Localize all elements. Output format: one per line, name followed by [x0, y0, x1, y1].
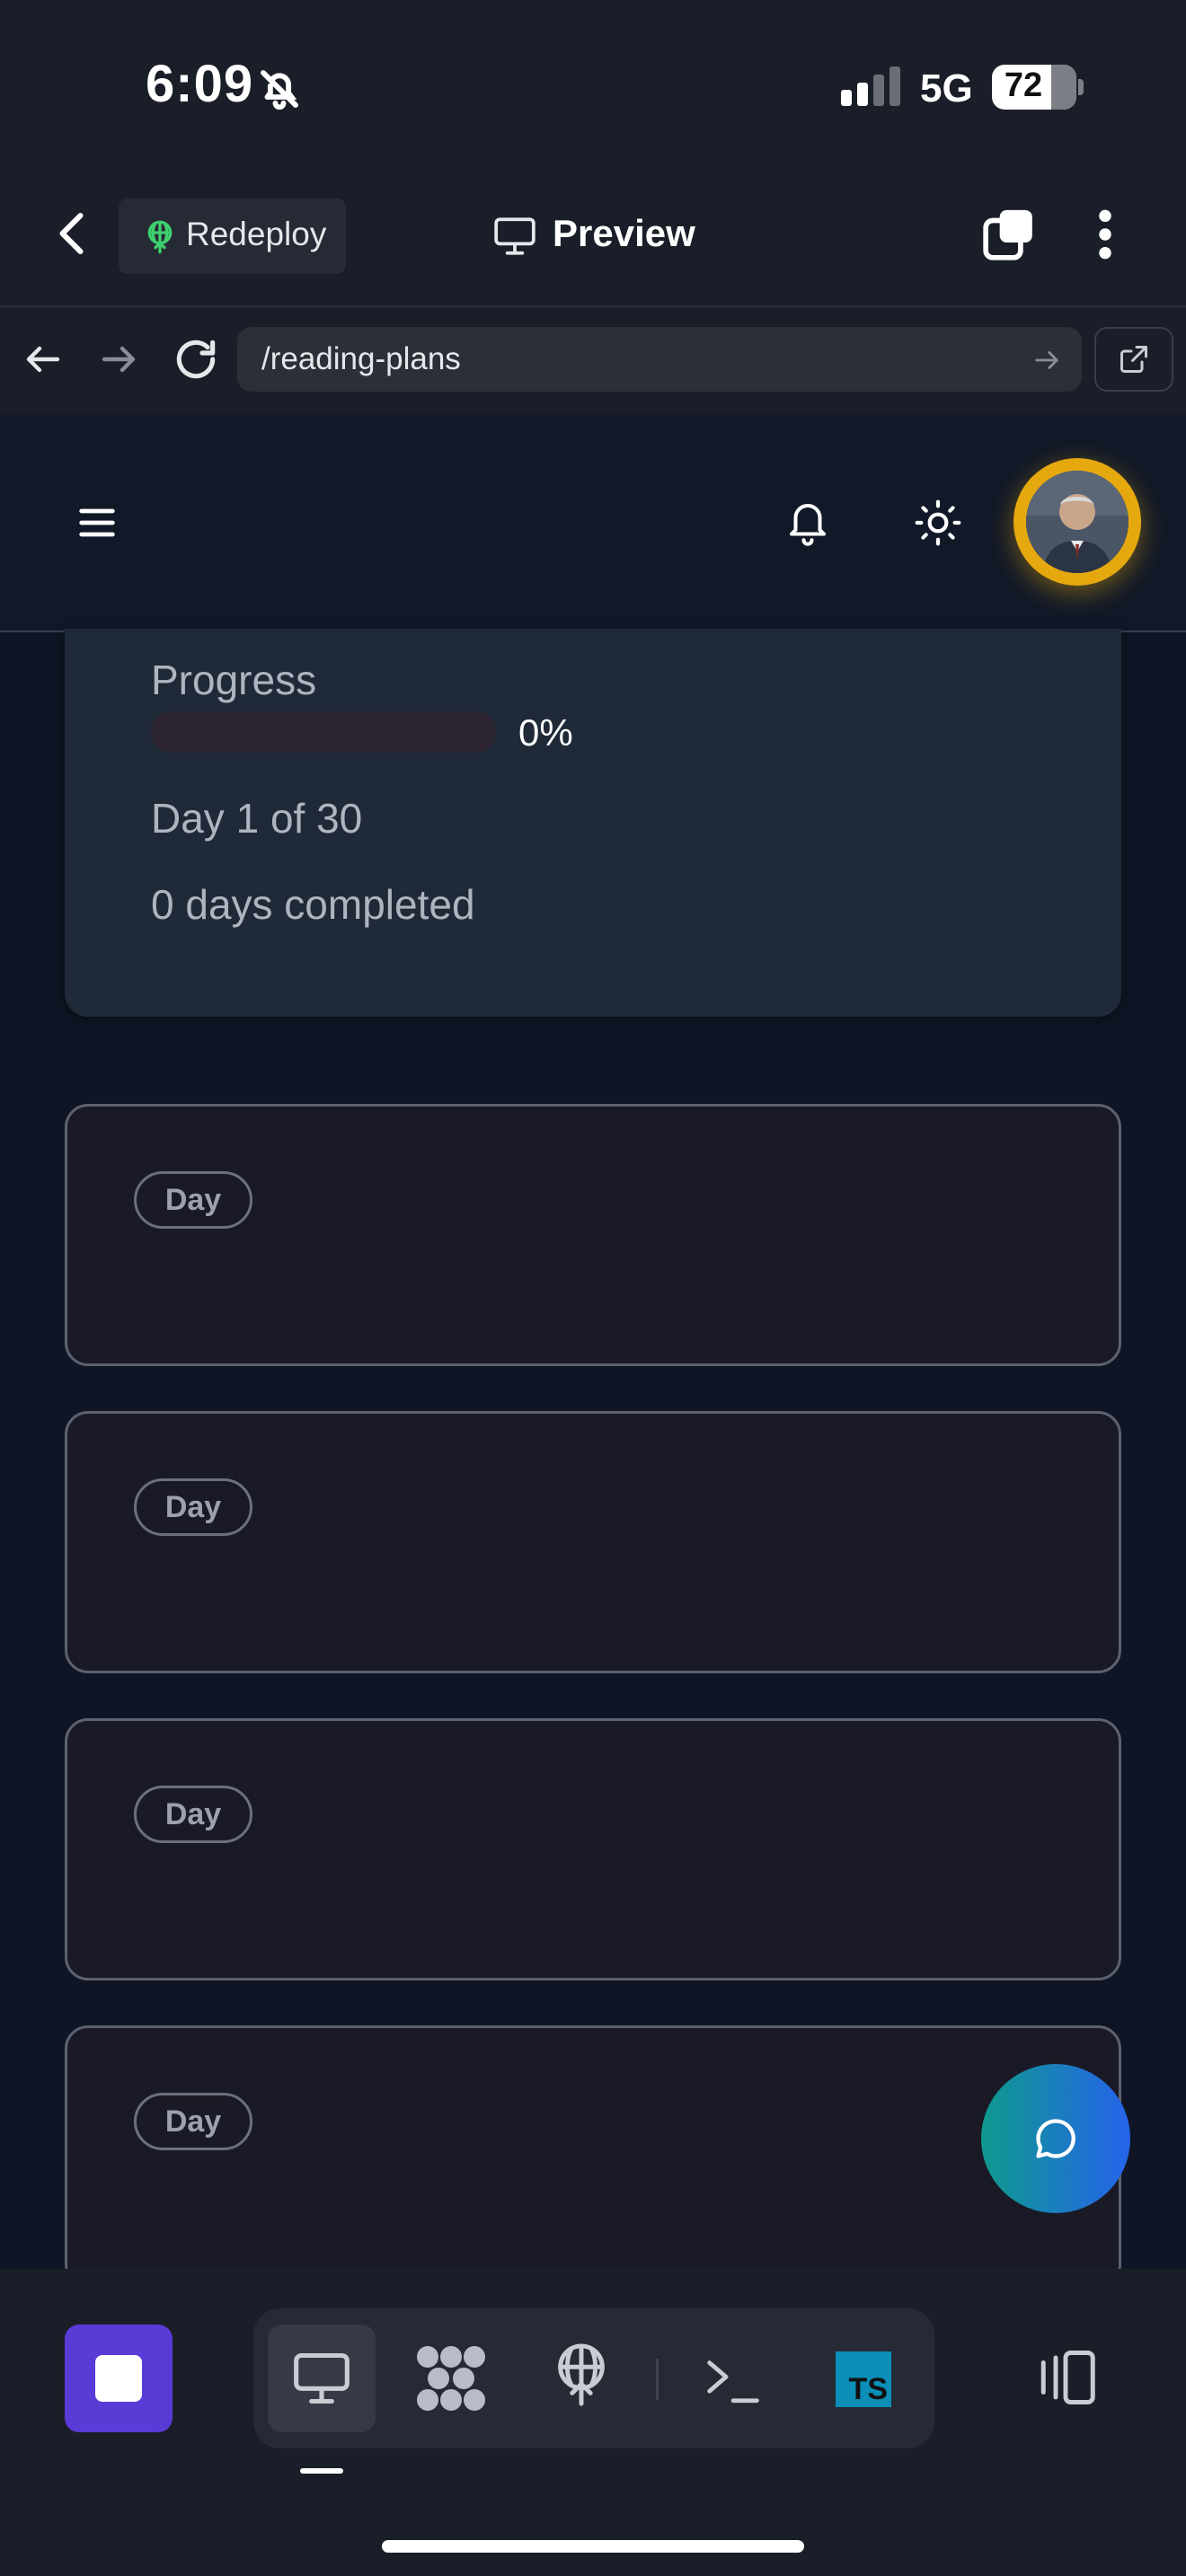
workspace-dots-icon[interactable]	[415, 2344, 487, 2413]
days-completed: 0 days completed	[151, 881, 475, 928]
chevron-left-icon[interactable]	[47, 207, 101, 260]
menu-icon[interactable]	[74, 499, 120, 546]
battery-icon: 72	[992, 65, 1076, 110]
deploy-icon	[147, 220, 173, 254]
signal-icon	[841, 66, 900, 106]
day-counter: Day 1 of 30	[151, 795, 363, 842]
desktop-icon	[294, 2352, 350, 2404]
progress-percent: 0%	[518, 711, 573, 754]
avatar-photo	[1026, 471, 1128, 573]
sun-icon[interactable]	[913, 498, 963, 548]
external-link-icon	[1120, 346, 1147, 373]
stop-icon	[95, 2355, 142, 2402]
bell-slash-icon	[261, 70, 298, 110]
dock-separator	[656, 2359, 659, 2400]
day-card[interactable]: Day	[65, 1411, 1121, 1673]
home-indicator	[382, 2540, 804, 2553]
tabs-icon[interactable]	[981, 207, 1037, 262]
chat-icon	[1036, 2119, 1075, 2158]
open-external-button[interactable]	[1094, 327, 1173, 392]
deploy-icon[interactable]	[550, 2341, 613, 2409]
stop-button[interactable]	[65, 2325, 173, 2432]
url-text: /reading-plans	[261, 341, 461, 376]
battery-tip	[1078, 79, 1084, 95]
reload-icon[interactable]	[171, 334, 221, 384]
battery-level: 72	[1004, 66, 1043, 104]
day-badge: Day	[134, 1786, 252, 1843]
day-card[interactable]: Day	[65, 2025, 1121, 2288]
page-navbar	[0, 415, 1186, 632]
arrow-right-small-icon[interactable]	[1031, 345, 1062, 375]
day-card[interactable]: Day	[65, 1718, 1121, 1981]
chat-button[interactable]	[981, 2064, 1130, 2213]
monitor-icon	[494, 217, 535, 255]
bell-icon[interactable]	[783, 496, 832, 548]
terminal-icon[interactable]	[704, 2353, 762, 2405]
arrow-left-icon[interactable]	[22, 338, 65, 381]
day-badge: Day	[134, 1478, 252, 1536]
status-time: 6:09	[146, 55, 254, 113]
typescript-label: TS	[848, 2372, 888, 2406]
day-badge: Day	[134, 2093, 252, 2150]
progress-bar	[151, 711, 496, 753]
day-badge: Day	[134, 1171, 252, 1229]
active-tab-indicator	[300, 2468, 343, 2474]
redeploy-label: Redeploy	[186, 216, 327, 252]
progress-label: Progress	[151, 657, 317, 703]
day-card[interactable]: Day	[65, 1104, 1121, 1366]
network-label: 5G	[920, 66, 973, 110]
page-title: Preview	[553, 212, 695, 254]
avatar[interactable]	[1013, 458, 1141, 586]
more-vertical-icon[interactable]	[1087, 207, 1123, 262]
panel-toggle-icon[interactable]	[1033, 2348, 1098, 2407]
arrow-right-icon[interactable]	[97, 338, 140, 381]
typescript-icon[interactable]: TS	[836, 2351, 891, 2407]
